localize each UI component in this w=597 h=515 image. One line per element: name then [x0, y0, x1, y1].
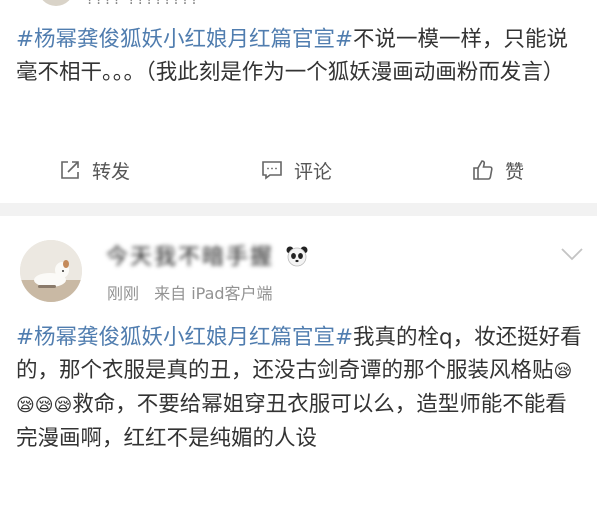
topic-link[interactable]: #杨幂龚俊狐妖小红娘月红篇官宣# [16, 325, 353, 350]
avatar[interactable] [38, 0, 74, 6]
author-name[interactable]: ???? ???????? [86, 0, 199, 8]
post-meta: 刚刚 来自 iPad客户端 [107, 280, 283, 304]
action-bar: 转发 评论 赞 [0, 150, 597, 190]
chevron-down-icon[interactable] [560, 246, 584, 262]
like-label: 赞 [505, 160, 525, 183]
repost-button[interactable]: 转发 [58, 155, 130, 185]
topic-link[interactable]: #杨幂龚俊狐妖小红娘月红篇官宣# [16, 27, 353, 52]
share-box-icon [61, 161, 79, 179]
post-time: 刚刚 [107, 284, 140, 303]
post-source: 来自 iPad客户端 [154, 284, 273, 303]
comment-button[interactable]: 评论 [260, 155, 332, 185]
feed-separator [0, 203, 597, 216]
like-button[interactable]: 赞 [471, 155, 524, 185]
panda-icon [286, 246, 308, 267]
post-text: #杨幂龚俊狐妖小红娘月红篇官宣#我真的栓q，妆还挺好看的，那个衣服是真的丑，还没… [16, 321, 583, 455]
comment-bubble-icon [262, 161, 282, 180]
thumbs-up-icon [473, 160, 493, 180]
comment-label: 评论 [294, 160, 333, 183]
author-name[interactable]: 今天我不暗手握 [106, 240, 276, 270]
post-body-end: 救命，不要给幂姐穿丑衣服可以么，造型师能不能看完漫画啊，红红不是纯媚的人设 [16, 392, 567, 451]
dog-avatar-image [20, 240, 82, 302]
post-text: #杨幂龚俊狐妖小红娘月红篇官宣#不说一模一样，只能说毫不相干。。。（我此刻是作为… [16, 23, 583, 89]
avatar[interactable] [20, 240, 82, 302]
repost-label: 转发 [92, 160, 131, 183]
post-card: ???? ???????? #杨幂龚俊狐妖小红娘月红篇官宣#不说一模一样，只能说… [0, 0, 597, 203]
post-card: 今天我不暗手握 刚刚 来自 iPad客户端 #杨幂龚俊狐妖小红娘月红篇官宣#我真… [0, 216, 597, 515]
